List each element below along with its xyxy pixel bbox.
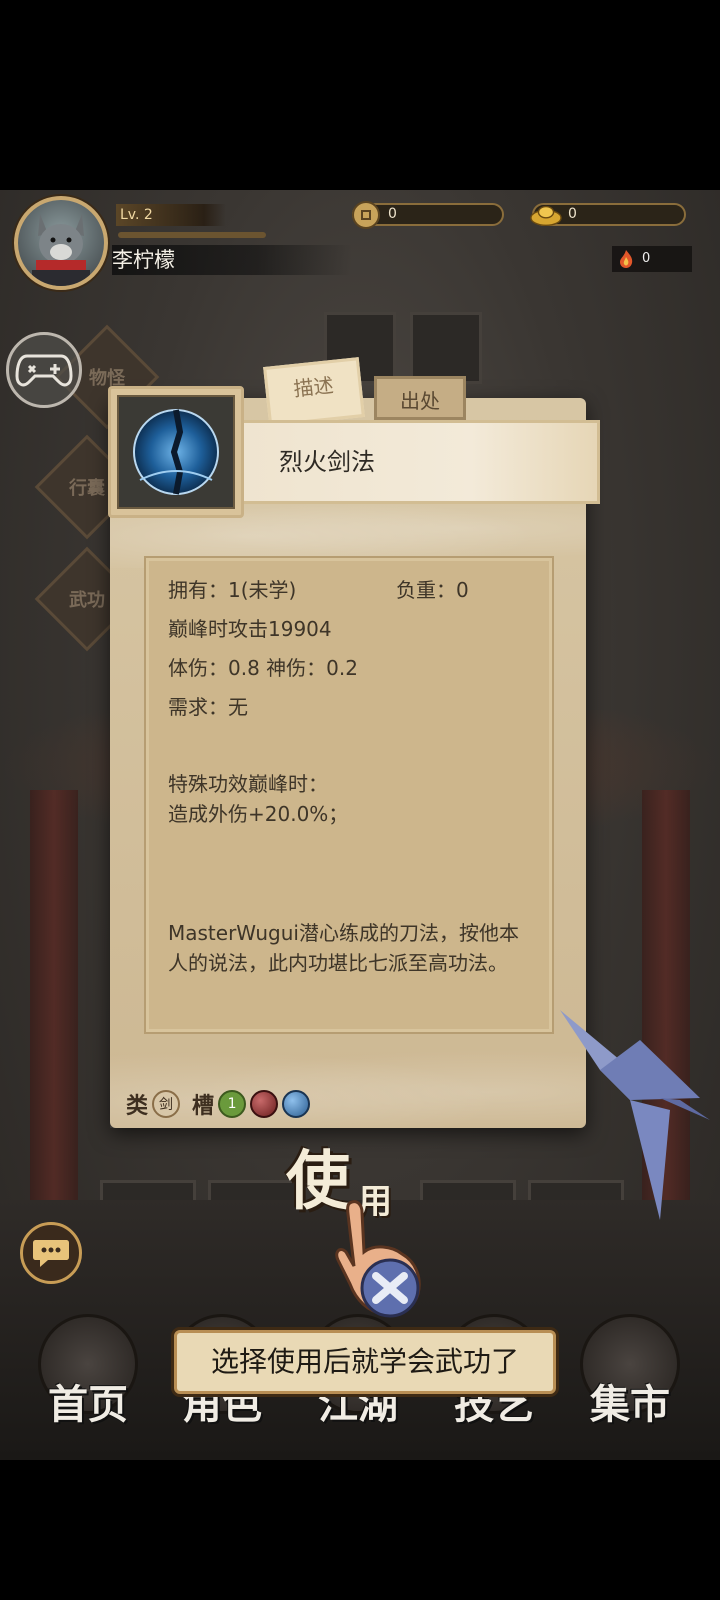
- gamepad-button[interactable]: [6, 332, 82, 408]
- peak-attack: 巅峰时攻击19904: [168, 617, 332, 641]
- coin-icon: [350, 199, 382, 231]
- experience-bar: [118, 232, 266, 238]
- copper-amount: 0: [388, 206, 397, 222]
- chat-bubble-icon: [33, 1240, 69, 1267]
- nav-home[interactable]: 首页: [30, 1314, 146, 1430]
- weight: 负重：0: [396, 578, 469, 602]
- gamepad-icon: [15, 354, 73, 387]
- player-name: 李柠檬: [112, 245, 352, 275]
- tab-origin[interactable]: 出处: [374, 376, 466, 420]
- item-info-box: 拥有：1(未学) 负重：0 巅峰时攻击19904 体伤：0.8 神伤：0.2 需…: [144, 556, 554, 1034]
- item-description: MasterWugui潜心练成的刀法，按他本人的说法，此内功堪比七派至高功法。: [168, 921, 519, 975]
- paper-crane-icon: [560, 1010, 710, 1220]
- background-slot: [410, 312, 482, 384]
- nav-label: 首页: [48, 1381, 128, 1428]
- fire-counter: 0: [612, 246, 692, 272]
- nav-label: 集市: [590, 1381, 670, 1428]
- player-avatar[interactable]: [14, 196, 108, 290]
- pointing-hand-icon: [335, 1200, 421, 1318]
- player-level: Lv. 2: [116, 204, 226, 226]
- item-name: 烈火剑法: [279, 448, 375, 476]
- background-slot: [100, 1180, 196, 1240]
- special-effect-title: 特殊功效巅峰时：: [168, 772, 328, 796]
- slot-red: [250, 1090, 279, 1118]
- wolf-avatar-icon: [32, 214, 90, 286]
- item-title-bar: 烈火剑法: [236, 420, 600, 504]
- requirement: 需求：无: [168, 695, 248, 719]
- slot-label: 槽: [192, 1093, 215, 1119]
- type-label: 类: [126, 1093, 149, 1119]
- fire-icon: [620, 250, 633, 268]
- slot-blue: [282, 1090, 311, 1118]
- fire-amount: 0: [642, 251, 651, 266]
- tab-description[interactable]: 描述: [263, 357, 365, 427]
- chat-button[interactable]: [20, 1222, 82, 1284]
- own-count: 拥有：1(未学): [168, 578, 297, 602]
- background-slot: [420, 1180, 516, 1240]
- special-effect: 造成外伤+20.0%；: [168, 802, 349, 826]
- slot-green: 1: [218, 1090, 247, 1118]
- copper-currency[interactable]: 0: [352, 201, 504, 229]
- gold-currency[interactable]: 0: [530, 203, 686, 227]
- skill-icon-frame: [108, 386, 244, 518]
- sword-skill-icon: [133, 409, 219, 495]
- gold-amount: 0: [568, 206, 577, 222]
- item-type-slot-row: 类 剑 槽 1: [126, 1088, 311, 1120]
- game-screen: { "header": { "level": "Lv. 2", "player_…: [0, 0, 720, 1600]
- type-badge: 剑: [152, 1090, 181, 1118]
- nav-market[interactable]: 集市: [572, 1314, 688, 1430]
- tutorial-tooltip: 选择使用后就学会武功了: [174, 1330, 556, 1394]
- gold-ingot-icon: [530, 199, 562, 231]
- damage-ratio: 体伤：0.8 神伤：0.2: [168, 656, 358, 680]
